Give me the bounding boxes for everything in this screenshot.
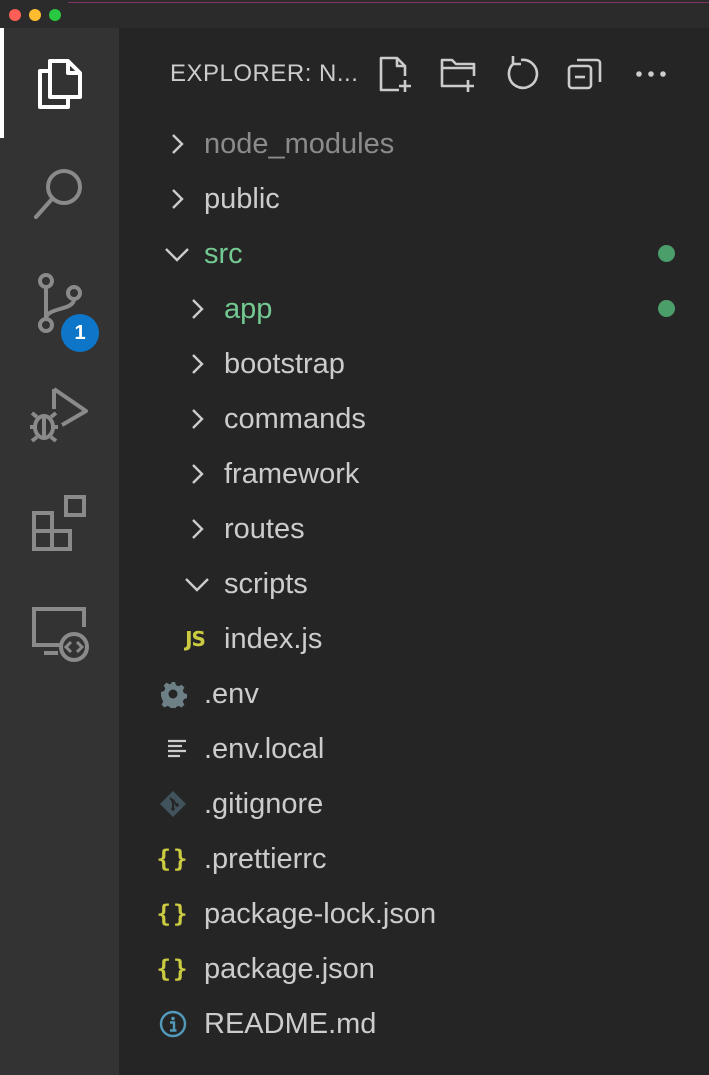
tree-item-prettierrc[interactable]: {} .prettierrc (119, 831, 709, 886)
tree-item-scripts[interactable]: scripts (119, 556, 709, 611)
json-braces-icon: {} (156, 954, 190, 983)
tree-item-routes[interactable]: routes (119, 501, 709, 556)
explorer-sidebar: EXPLORER: N... node_modules public src a… (119, 28, 709, 1075)
new-folder-icon (440, 58, 476, 92)
refresh-icon (507, 56, 539, 90)
tree-item-label: package-lock.json (204, 898, 437, 930)
tree-item-label: framework (224, 458, 360, 490)
tree-item-label: .prettierrc (204, 843, 327, 875)
tree-item-readme-md[interactable]: README.md (119, 996, 709, 1051)
tree-item-label: index.js (224, 623, 323, 655)
search-icon (33, 169, 82, 219)
extensions-icon (31, 495, 86, 551)
tree-item-label: src (204, 238, 243, 270)
new-file-button[interactable] (373, 52, 417, 96)
tree-item-label: .env (204, 678, 259, 710)
json-braces-icon: {} (156, 844, 190, 873)
tree-item-env-local[interactable]: .env.local (119, 721, 709, 776)
tree-item-label: .env.local (204, 733, 325, 765)
refresh-button[interactable] (499, 52, 543, 96)
window-titlebar (0, 0, 709, 28)
text-lines-icon (162, 721, 192, 776)
remote-explorer-icon (31, 607, 89, 662)
tree-item-package-lock-json[interactable]: {} package-lock.json (119, 886, 709, 941)
close-window-button[interactable] (9, 9, 21, 21)
tree-item-label: app (224, 293, 273, 325)
tree-item-label: node_modules (204, 128, 395, 160)
tree-item-public[interactable]: public (119, 171, 709, 226)
gear-icon (158, 666, 188, 721)
tree-item-env[interactable]: .env (119, 666, 709, 721)
tree-item-label: commands (224, 403, 366, 435)
tree-item-label: scripts (224, 568, 308, 600)
chevron-right-icon (182, 281, 212, 336)
ellipsis-icon (636, 71, 666, 77)
tree-item-label: public (204, 183, 280, 215)
tree-item-node-modules[interactable]: node_modules (119, 116, 709, 171)
tree-item-framework[interactable]: framework (119, 446, 709, 501)
chevron-right-icon (162, 171, 192, 226)
tree-item-package-json[interactable]: {} package.json (119, 941, 709, 996)
git-icon (158, 776, 188, 831)
chevron-right-icon (182, 336, 212, 391)
tree-item-commands[interactable]: commands (119, 391, 709, 446)
tree-item-bootstrap[interactable]: bootstrap (119, 336, 709, 391)
info-icon (158, 996, 188, 1051)
tree-item-gitignore[interactable]: .gitignore (119, 776, 709, 831)
git-status-dot (658, 300, 675, 317)
git-status-dot (658, 245, 675, 262)
new-file-icon (379, 56, 411, 92)
tree-item-label: README.md (204, 1008, 377, 1040)
activity-remote-explorer[interactable] (0, 578, 119, 688)
activity-bar: 1 (0, 28, 119, 1075)
chevron-right-icon (162, 116, 192, 171)
explorer-title: EXPLORER: N... (170, 60, 359, 87)
chevron-right-icon (182, 501, 212, 556)
tree-item-index-js[interactable]: JS index.js (119, 611, 709, 666)
files-icon (37, 59, 82, 109)
tree-item-label: routes (224, 513, 305, 545)
tree-item-src[interactable]: src (119, 226, 709, 281)
activity-search[interactable] (0, 138, 119, 248)
activity-extensions[interactable] (0, 468, 119, 578)
titlebar-accent-line (68, 2, 709, 3)
activity-run-debug[interactable] (0, 358, 119, 468)
activity-explorer[interactable] (0, 28, 119, 138)
json-braces-icon: {} (156, 899, 190, 928)
chevron-right-icon (182, 391, 212, 446)
chevron-right-icon (182, 446, 212, 501)
explorer-header: EXPLORER: N... (119, 28, 709, 116)
run-debug-icon (29, 387, 88, 443)
tree-item-label: package.json (204, 953, 375, 985)
collapse-all-button[interactable] (563, 52, 607, 96)
chevron-down-icon (182, 556, 212, 611)
chevron-down-icon (162, 226, 192, 281)
tree-item-app[interactable]: app (119, 281, 709, 336)
source-control-badge: 1 (61, 314, 99, 352)
tree-item-label: .gitignore (204, 788, 324, 820)
javascript-icon: JS (185, 626, 206, 651)
tree-item-label: bootstrap (224, 348, 345, 380)
more-actions-button[interactable] (629, 52, 673, 96)
collapse-all-icon (567, 58, 602, 90)
new-folder-button[interactable] (436, 52, 480, 96)
activity-source-control[interactable]: 1 (0, 248, 119, 358)
minimize-window-button[interactable] (29, 9, 41, 21)
maximize-window-button[interactable] (49, 9, 61, 21)
